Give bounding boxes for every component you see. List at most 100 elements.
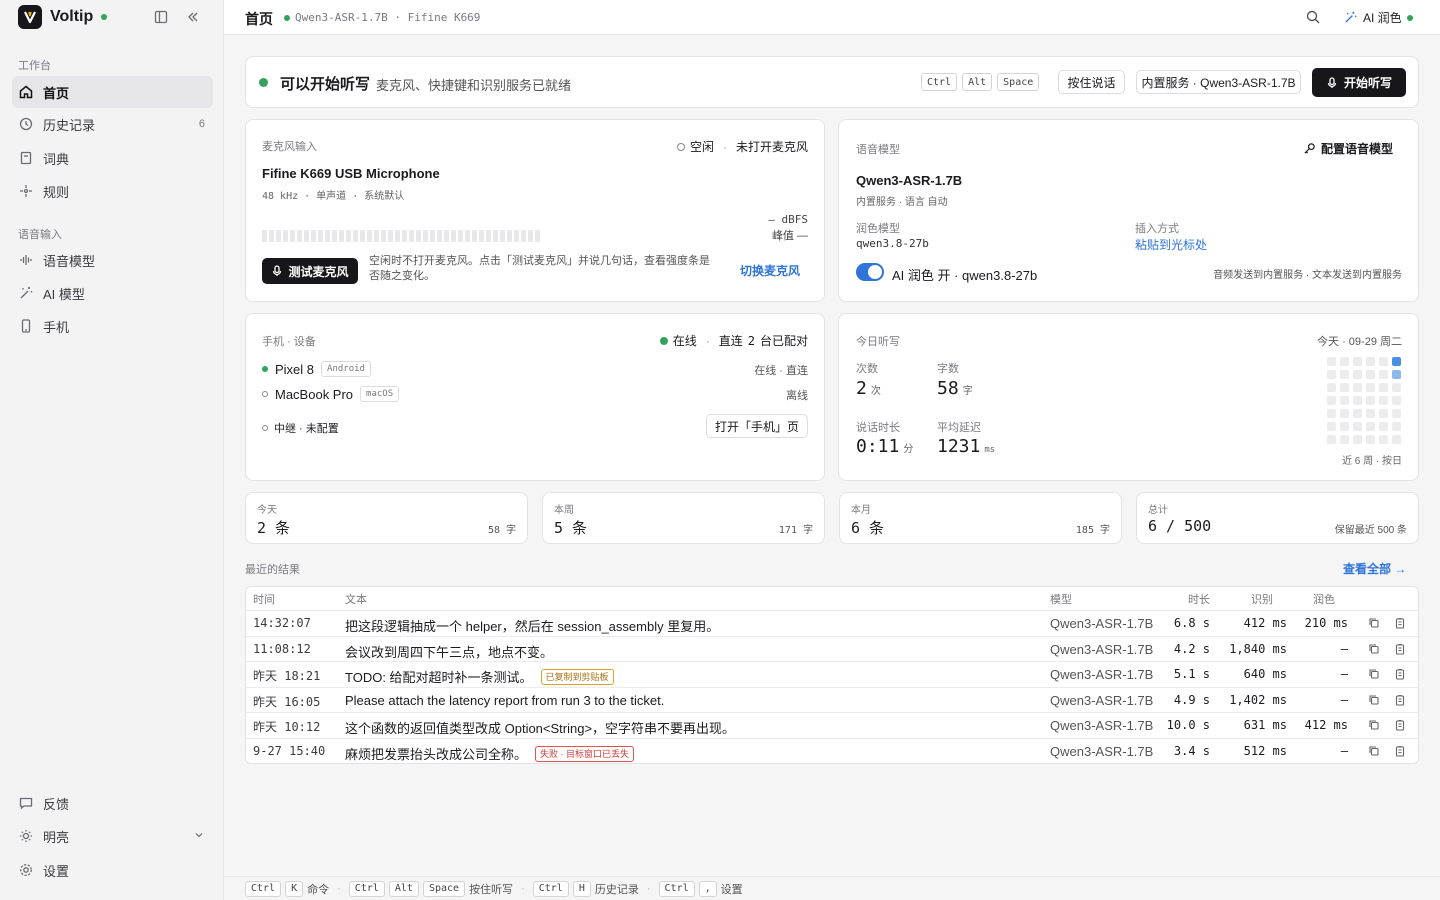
row-text: 会议改到周四下午三点，地点不变。 — [345, 644, 554, 660]
table-row[interactable]: 昨天 16:05 Please attach the latency repor… — [246, 686, 1418, 713]
key-icon — [1303, 142, 1316, 155]
sidebar-item-ai-model[interactable]: AI 模型 — [12, 277, 213, 309]
activity-heatmap — [1327, 357, 1401, 444]
ai-polish-switch[interactable] — [856, 263, 884, 281]
copy-icon[interactable] — [1368, 643, 1380, 655]
brand[interactable]: Voltip — [18, 5, 108, 29]
clipboard-icon[interactable] — [1394, 719, 1406, 731]
row-model: Qwen3-ASR-1.7B — [1050, 667, 1154, 683]
heatmap-caption: 近 6 周 · 按日 — [1341, 456, 1402, 467]
insert-mode-value[interactable]: 粘贴到光标处 — [1135, 236, 1207, 253]
shortcut-settings: 设置 — [720, 883, 743, 896]
latency-unit: ms — [984, 445, 996, 455]
device-row-pixel[interactable]: Pixel 8 Android — [262, 361, 371, 377]
hold-to-talk-button[interactable]: 按住说话 — [1058, 70, 1125, 94]
clipboard-icon[interactable] — [1394, 694, 1406, 706]
row-text: 麻烦把发票抬头改成公司全称。 — [345, 747, 528, 762]
device-row-macbook[interactable]: MacBook Pro macOS — [262, 386, 400, 402]
row-model: Qwen3-ASR-1.7B — [1050, 744, 1154, 759]
paired-suffix: 台已配对 — [759, 334, 808, 348]
ready-banner: 可以开始听写 麦克风、快捷键和识别服务已就绪 Ctrl Alt Space 按住… — [245, 56, 1419, 108]
insert-mode-label: 插入方式 — [1135, 223, 1179, 235]
row-asr: 640 ms — [1243, 667, 1287, 682]
open-phone-page-button[interactable]: 打开「手机」页 — [706, 414, 808, 438]
copy-icon[interactable] — [1368, 617, 1380, 629]
sidebar-item-history[interactable]: 历史记录 6 — [12, 108, 213, 140]
stat-today: 今天 2 条 58 字 — [245, 492, 528, 544]
key-alt: Alt — [388, 880, 419, 897]
stat-value: 6 条 — [851, 519, 885, 537]
table-row[interactable]: 11:08:12 会议改到周四下午三点，地点不变。 Qwen3-ASR-1.7B… — [246, 635, 1418, 662]
stat-week: 本周 5 条 171 字 — [542, 492, 825, 544]
service-button[interactable]: 内置服务 · Qwen3-ASR-1.7B — [1136, 70, 1301, 94]
dbfs-readout: — dBFS — [768, 213, 808, 226]
sidebar-item-label: 反馈 — [43, 796, 70, 812]
row-time: 14:32:07 — [253, 616, 311, 630]
recent-title: 最近的结果 — [245, 564, 300, 576]
sidebar-layout-icon[interactable] — [153, 9, 171, 27]
row-polish: — — [1340, 692, 1348, 707]
view-all-link[interactable]: 查看全部 → — [1343, 560, 1406, 577]
direct-text: 直连 — [718, 334, 743, 348]
theme-select[interactable]: 明亮 — [12, 820, 213, 852]
device-status: 离线 — [786, 390, 808, 402]
table-row[interactable]: 9-27 15:40 麻烦把发票抬头改成公司全称。 失败 · 目标窗口已丢失 Qw… — [246, 738, 1418, 763]
key-alt: Alt — [962, 73, 993, 91]
copy-icon[interactable] — [1368, 694, 1380, 706]
clipboard-icon[interactable] — [1394, 617, 1406, 629]
device-os-tag: Android — [321, 361, 371, 377]
polish-model-value: qwen3.8-27b — [856, 237, 929, 250]
count-unit: 次 — [870, 386, 881, 397]
sidebar-item-phone[interactable]: 手机 — [12, 310, 213, 342]
search-icon[interactable] — [1305, 9, 1321, 25]
test-mic-button[interactable]: 测试麦克风 — [262, 258, 358, 284]
table-row[interactable]: 昨天 10:12 这个函数的返回值类型改成 Option<String>，空字符… — [246, 712, 1418, 738]
clipboard-icon[interactable] — [1394, 643, 1406, 655]
mic-state-text: 空闲 — [689, 140, 714, 154]
chars-value: 58 — [937, 378, 959, 399]
sidebar-item-dictionary[interactable]: 词典 — [12, 142, 213, 174]
shortcut-command: 命令 — [307, 883, 330, 896]
table-row[interactable]: 14:32:07 把这段逻辑抽成一个 helper，然后在 session_as… — [246, 610, 1418, 636]
header-subtitle: Qwen3-ASR-1.7B · Fifine K669 — [284, 11, 480, 24]
sidebar-item-settings[interactable]: 设置 — [12, 854, 213, 886]
key-ctrl: Ctrl — [658, 880, 695, 897]
online-text: 在线 — [672, 334, 697, 348]
collapse-sidebar-icon[interactable] — [185, 9, 203, 27]
model-name: Qwen3-ASR-1.7B — [856, 173, 963, 188]
status-dot — [101, 14, 108, 20]
voltip-logo-icon — [18, 5, 42, 29]
clipboard-icon[interactable] — [1394, 668, 1406, 680]
copy-icon[interactable] — [1368, 668, 1380, 680]
row-duration: 6.8 s — [1173, 616, 1210, 630]
copy-icon[interactable] — [1368, 745, 1380, 757]
device-name: MacBook Pro — [275, 386, 354, 402]
start-dictation-label: 开始听写 — [1343, 76, 1392, 90]
sidebar-item-rules[interactable]: 规则 — [12, 175, 213, 207]
start-dictation-button[interactable]: 开始听写 — [1312, 68, 1406, 97]
copy-icon[interactable] — [1368, 719, 1380, 731]
row-time: 11:08:12 — [253, 641, 311, 656]
table-row[interactable]: 昨天 18:21 TODO: 给配对超时补一条测试。 已复制到剪贴板 Qwen3-… — [246, 661, 1418, 687]
row-text: Please attach the latency report from ru… — [345, 692, 665, 708]
sidebar-item-home[interactable]: 首页 — [12, 76, 213, 108]
key-comma: , — [698, 880, 717, 897]
key-ctrl: Ctrl — [348, 880, 385, 897]
idle-dot — [676, 142, 685, 151]
row-polish: — — [1340, 641, 1348, 656]
switch-mic-link[interactable]: 切换麦克风 — [740, 262, 800, 279]
config-model-button[interactable]: 配置语音模型 — [1303, 140, 1393, 157]
clipboard-icon[interactable] — [1394, 745, 1406, 757]
row-text: 把这段逻辑抽成一个 helper，然后在 session_assembly 里复… — [345, 619, 720, 634]
ai-polish-toggle[interactable]: AI 润色 — [1343, 9, 1413, 26]
status-dot — [1406, 14, 1413, 21]
stat-extra: 185 字 — [1075, 525, 1110, 536]
sidebar-item-voice-model[interactable]: 语音模型 — [12, 244, 213, 276]
ready-desc: 麦克风、快捷键和识别服务已就绪 — [376, 78, 572, 93]
paired-count: 2 — [747, 333, 755, 348]
row-duration: 10.0 s — [1166, 718, 1210, 733]
row-polish: 412 ms — [1304, 718, 1348, 733]
model-meta: 内置服务 · 语言 自动 — [856, 197, 948, 208]
sidebar-item-feedback[interactable]: 反馈 — [12, 787, 213, 819]
stat-value: 6 / 500 — [1148, 517, 1212, 535]
